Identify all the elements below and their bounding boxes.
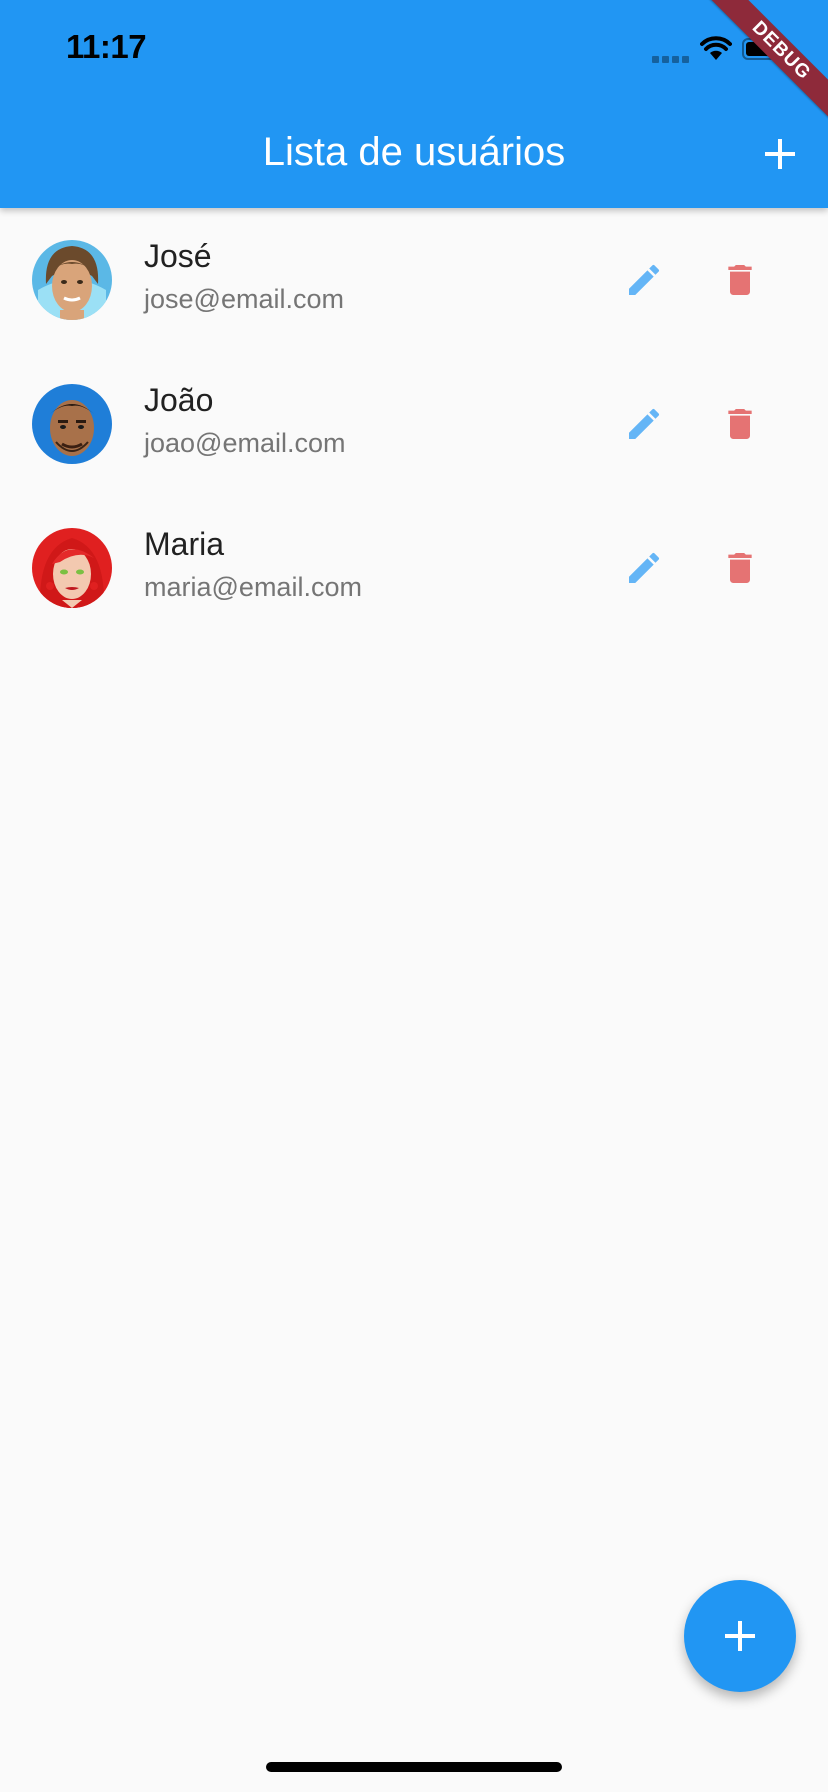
- wifi-icon: [700, 36, 732, 60]
- user-email: jose@email.com: [144, 284, 344, 314]
- pencil-icon: [629, 552, 660, 583]
- plus-icon: [725, 1621, 755, 1651]
- list-item[interactable]: José jose@email.com: [0, 208, 828, 352]
- app-bar: 11:17 Lista de usuários: [0, 0, 828, 208]
- cellular-signal-icon: [652, 55, 692, 63]
- user-name: João: [144, 382, 214, 418]
- status-time: 11:17: [66, 28, 147, 65]
- trash-icon: [728, 265, 752, 295]
- user-name: José: [144, 238, 212, 274]
- add-user-fab[interactable]: [684, 1580, 796, 1692]
- delete-button[interactable]: [708, 536, 772, 600]
- avatar: [32, 240, 112, 320]
- list-item[interactable]: João joao@email.com: [0, 352, 828, 496]
- edit-button[interactable]: [612, 536, 676, 600]
- add-user-button[interactable]: [750, 124, 810, 184]
- plus-icon: [765, 139, 795, 169]
- home-indicator: [266, 1762, 562, 1772]
- page-title: Lista de usuários: [262, 130, 566, 174]
- user-email: maria@email.com: [144, 572, 362, 602]
- edit-button[interactable]: [612, 248, 676, 312]
- list-item[interactable]: Maria maria@email.com: [0, 496, 828, 640]
- avatar: [32, 528, 112, 608]
- pencil-icon: [629, 408, 660, 439]
- trash-icon: [728, 553, 752, 583]
- edit-button[interactable]: [612, 392, 676, 456]
- user-email: joao@email.com: [144, 428, 346, 458]
- user-name: Maria: [144, 526, 225, 562]
- avatar: [32, 384, 112, 464]
- delete-button[interactable]: [708, 248, 772, 312]
- delete-button[interactable]: [708, 392, 772, 456]
- pencil-icon: [629, 264, 660, 295]
- trash-icon: [728, 409, 752, 439]
- user-list: José jose@email.com João joao@email.com …: [0, 208, 828, 640]
